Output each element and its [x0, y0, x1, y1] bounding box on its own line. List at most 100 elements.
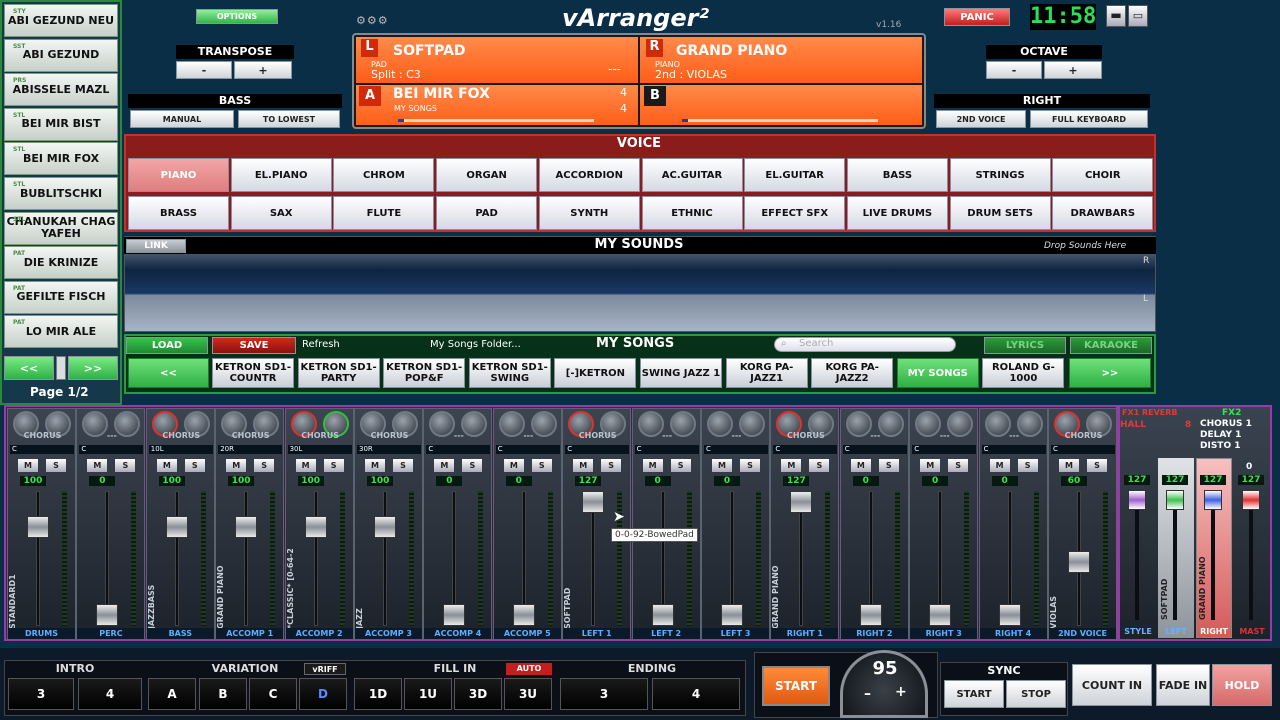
solo-button[interactable]: S	[531, 459, 552, 472]
karaoke-button[interactable]: KARAOKE	[1070, 337, 1152, 354]
pan-slider[interactable]: C	[495, 445, 560, 454]
voice-category-button[interactable]: PAD	[436, 196, 538, 230]
folder-button[interactable]: KETRON SD1-COUNTR	[212, 358, 294, 388]
mute-button[interactable]: M	[781, 459, 802, 472]
group-name[interactable]: STYLE	[1120, 627, 1156, 636]
tempo-minus-button[interactable]: –	[864, 686, 871, 702]
solo-button[interactable]: S	[46, 459, 66, 472]
voice-category-button[interactable]: PIANO	[128, 158, 229, 192]
voice-category-button[interactable]: ACCORDION	[538, 158, 640, 192]
mute-button[interactable]: M	[712, 459, 732, 472]
volume-fader[interactable]	[1068, 550, 1090, 573]
ending-button[interactable]: 3	[560, 678, 648, 710]
solo-button[interactable]: S	[948, 459, 969, 472]
group-fader[interactable]	[1166, 490, 1184, 510]
hold-button[interactable]: HOLD	[1212, 664, 1272, 706]
volume-fader[interactable]	[304, 515, 327, 538]
lyrics-button[interactable]: LYRICS	[984, 337, 1066, 354]
fx2-item[interactable]: CHORUS 1	[1200, 419, 1252, 429]
voice-category-button[interactable]: DRAWBARS	[1052, 196, 1154, 230]
refresh-link[interactable]: Refresh	[302, 339, 340, 350]
variation-button[interactable]: B	[199, 678, 247, 710]
mute-button[interactable]: M	[156, 459, 177, 472]
minimize-icon[interactable]: ▬	[1106, 5, 1126, 27]
volume-fader[interactable]	[96, 604, 119, 626]
b-badge[interactable]: B	[644, 86, 666, 106]
volume-fader[interactable]	[374, 515, 396, 538]
pan-slider[interactable]: C	[426, 445, 491, 454]
octave-plus-button[interactable]: +	[1044, 61, 1102, 79]
mute-button[interactable]: M	[642, 459, 663, 472]
start-button[interactable]: START	[762, 666, 830, 706]
auto-fill-badge[interactable]: AUTO	[506, 663, 552, 675]
pan-slider[interactable]: 10L	[148, 445, 213, 454]
song-list-item[interactable]: PAT DIE KRINIZE	[4, 246, 118, 280]
volume-fader[interactable]	[443, 604, 466, 626]
group-fader[interactable]	[1242, 490, 1260, 510]
intro-button[interactable]: 3	[8, 678, 74, 710]
group-name[interactable]: LEFT	[1158, 627, 1194, 636]
pan-slider[interactable]: 30R	[357, 445, 421, 454]
pan-slider[interactable]: C	[565, 445, 630, 454]
voice-category-button[interactable]: CHOIR	[1052, 158, 1154, 192]
folder-button[interactable]: KORG PA-JAZZ2	[811, 358, 894, 388]
vriff-badge[interactable]: vRIFF	[304, 663, 346, 675]
volume-fader[interactable]	[929, 604, 952, 626]
voice-category-button[interactable]: BRASS	[128, 196, 229, 230]
volume-fader[interactable]	[165, 515, 188, 538]
song-list-item[interactable]: PRS ABISSELE MAZL	[4, 73, 118, 107]
mute-button[interactable]: M	[87, 459, 108, 472]
sync-start-button[interactable]: START	[944, 680, 1004, 708]
volume-fader[interactable]	[512, 604, 535, 626]
mute-button[interactable]: M	[573, 459, 594, 472]
fx1-value[interactable]: HALL	[1120, 420, 1146, 430]
sync-stop-button[interactable]: STOP	[1006, 680, 1066, 708]
folder-button[interactable]: KETRON SD1-POP&F	[383, 358, 466, 388]
folder-button[interactable]: MY SONGS	[896, 358, 979, 388]
octave-minus-button[interactable]: -	[986, 61, 1042, 79]
folder-button[interactable]: ROLAND G-1000	[982, 358, 1065, 388]
voice-category-button[interactable]: ORGAN	[436, 158, 538, 192]
song-list-prev-button[interactable]: <<	[4, 356, 54, 380]
mute-button[interactable]: M	[850, 459, 871, 472]
save-button[interactable]: SAVE	[212, 337, 296, 354]
song-list-next-button[interactable]: >>	[68, 356, 118, 380]
variation-button[interactable]: C	[249, 678, 297, 710]
voice-category-button[interactable]: LIVE DRUMS	[846, 196, 948, 230]
solo-button[interactable]: S	[1087, 459, 1107, 472]
solo-button[interactable]: S	[878, 459, 899, 472]
a-badge[interactable]: A	[359, 86, 381, 106]
mute-button[interactable]: M	[503, 459, 524, 472]
solo-button[interactable]: S	[393, 459, 413, 472]
bass-manual-button[interactable]: MANUAL	[130, 110, 234, 128]
song-list-item[interactable]: PAT LO MIR ALE	[4, 315, 118, 349]
bass-to-lowest-button[interactable]: TO LOWEST	[238, 110, 340, 128]
volume-fader[interactable]	[721, 604, 743, 626]
volume-fader[interactable]	[651, 604, 674, 626]
pan-slider[interactable]: C	[842, 445, 907, 454]
options-button[interactable]: OPTIONS	[196, 9, 278, 24]
song-list-item[interactable]: STL BUBLITSCHKI	[4, 177, 118, 210]
pan-slider[interactable]: C	[981, 445, 1046, 454]
solo-button[interactable]: S	[1017, 459, 1038, 472]
solo-button[interactable]: S	[184, 459, 205, 472]
volume-fader[interactable]	[790, 491, 813, 513]
voice-category-button[interactable]: EFFECT SFX	[744, 196, 846, 230]
voice-category-button[interactable]: CHROM	[333, 158, 435, 192]
solo-button[interactable]: S	[115, 459, 136, 472]
volume-fader[interactable]	[998, 604, 1021, 626]
solo-button[interactable]: S	[601, 459, 622, 472]
song-list-item[interactable]: STL BEI MIR BIST	[4, 107, 118, 141]
solo-button[interactable]: S	[809, 459, 830, 472]
voice-category-button[interactable]: BASS	[846, 158, 948, 192]
pan-slider[interactable]: C	[79, 445, 144, 454]
mute-button[interactable]: M	[989, 459, 1010, 472]
panic-button[interactable]: PANIC	[944, 8, 1010, 26]
solo-button[interactable]: S	[323, 459, 344, 472]
voice-category-button[interactable]: ETHNIC	[641, 196, 743, 230]
mute-button[interactable]: M	[295, 459, 316, 472]
voice-category-button[interactable]: SAX	[230, 196, 332, 230]
voice-category-button[interactable]: STRINGS	[949, 158, 1051, 192]
pan-slider[interactable]: C	[10, 445, 74, 454]
restore-icon[interactable]: ▭	[1128, 5, 1148, 27]
